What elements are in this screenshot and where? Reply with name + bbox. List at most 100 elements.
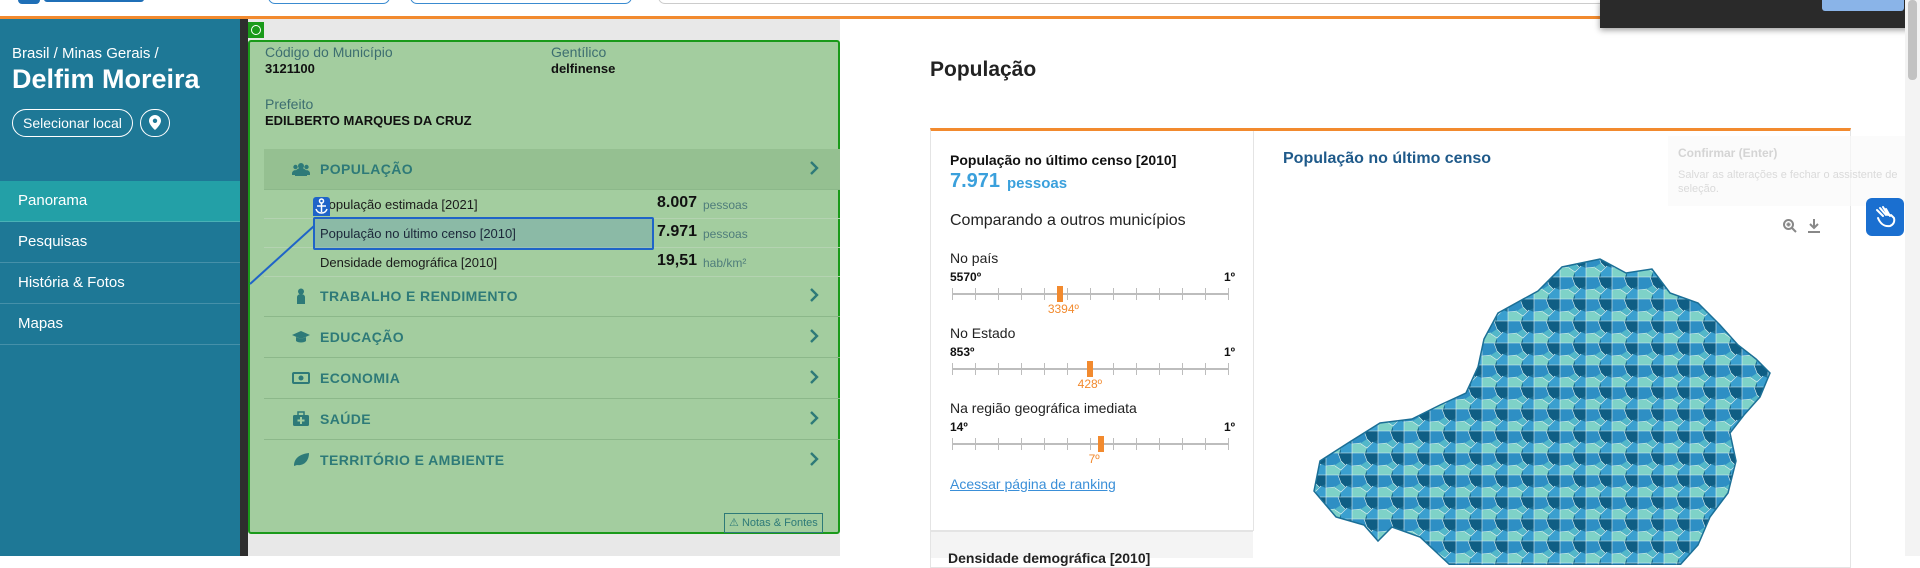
codigo-value: 3121100 [265, 61, 315, 76]
scrollbar-thumb[interactable] [1908, 0, 1917, 80]
anchor-icon[interactable] [313, 197, 330, 216]
warning-icon: ⚠ [729, 517, 739, 529]
page-scrollbar[interactable] [1905, 0, 1920, 556]
chevron-right-icon [810, 452, 819, 466]
ruler-tick [1159, 288, 1160, 300]
map-pin-icon [149, 115, 161, 130]
header-pill-button-2[interactable] [410, 0, 632, 4]
chevron-right-icon [810, 370, 819, 384]
gentilico-value: delfinense [551, 61, 616, 76]
search-input[interactable] [658, 0, 1620, 4]
download-icon[interactable] [1806, 218, 1822, 234]
row-value: 7.971 [657, 223, 698, 240]
section-economia[interactable]: ECONOMIA [264, 358, 840, 399]
row-label: População estimada [2021] [320, 197, 478, 212]
section-label: SAÚDE [320, 411, 372, 427]
tooltip-title: Confirmar (Enter) [1678, 146, 1778, 160]
ranking-page-link[interactable]: Acessar página de ranking [950, 476, 1116, 492]
notes-label: Notas & Fontes [741, 517, 818, 529]
ruler-tick [1205, 288, 1206, 300]
ruler-tick [998, 288, 999, 300]
ruler-tick [975, 438, 976, 450]
graduation-cap-icon [292, 331, 310, 343]
ranking-marker [1086, 361, 1093, 377]
ruler-tick [1205, 363, 1206, 375]
ruler-tick [1113, 363, 1114, 375]
ranking-label: No país [950, 250, 999, 266]
ranking-ruler [952, 436, 1229, 452]
accessibility-hands-icon[interactable] [1866, 198, 1904, 236]
ruler-tick [975, 288, 976, 300]
section-trabalho[interactable]: TRABALHO E RENDIMENTO [264, 276, 840, 317]
ibge-logo[interactable] [18, 0, 148, 6]
section-saude[interactable]: SAÚDE [264, 399, 840, 440]
choropleth-map[interactable] [1300, 255, 1810, 565]
ruler-tick [998, 363, 999, 375]
section-educacao[interactable]: EDUCAÇÃO [264, 317, 840, 358]
ranking-value: 428º [1077, 377, 1103, 391]
row-unit: pessoas [703, 198, 748, 212]
ruler-tick [1228, 438, 1229, 450]
ruler-tick [1113, 288, 1114, 300]
row-value: 19,51 [657, 252, 698, 269]
stat-title: População no último censo [2010] [950, 152, 1177, 168]
notes-sources-button[interactable]: ⚠ Notas & Fontes [724, 513, 823, 533]
ruler-tick [1182, 363, 1183, 375]
table-row[interactable]: Densidade demográfica [2010] 19,51 hab/k… [264, 248, 840, 277]
ruler-tick [1044, 438, 1045, 450]
medical-kit-icon [293, 411, 309, 426]
sidebar-item-mapas[interactable]: Mapas [0, 304, 240, 345]
compare-title: Comparando a outros municípios [950, 212, 1186, 229]
breadcrumb[interactable]: Brasil / Minas Gerais / [12, 45, 159, 62]
section-populacao[interactable]: POPULAÇÃO [264, 149, 840, 190]
selection-toolbar-popup [1600, 0, 1920, 28]
ruler-tick [1182, 438, 1183, 450]
row-label: Densidade demográfica [2010] [320, 255, 498, 270]
ranking-low: 14º [950, 420, 968, 434]
location-pin-button[interactable] [140, 109, 170, 137]
ranking-high: 1º [1224, 420, 1236, 434]
ruler-tick [1228, 288, 1229, 300]
ranking-value: 7º [1088, 452, 1100, 466]
ruler-tick [1067, 288, 1068, 300]
section-label: ECONOMIA [320, 370, 401, 386]
ranking-marker [1056, 286, 1063, 302]
ruler-tick [1021, 438, 1022, 450]
ruler-tick [1159, 438, 1160, 450]
section-territorio[interactable]: TERRITÓRIO E AMBIENTE [264, 440, 840, 480]
ranking-ruler [952, 361, 1229, 377]
ruler-tick [1205, 438, 1206, 450]
ranking-ruler [952, 286, 1229, 302]
ruler-tick [1113, 438, 1114, 450]
ranking-low: 5570º [950, 270, 982, 284]
prefeito-value: EDILBERTO MARQUES DA CRUZ [265, 113, 472, 128]
sidebar: Brasil / Minas Gerais / Delfim Moreira S… [0, 19, 240, 556]
ranking-value: 3394º [1047, 302, 1079, 316]
sidebar-item-pesquisas[interactable]: Pesquisas [0, 222, 240, 263]
section-label: POPULAÇÃO [320, 161, 414, 177]
sidebar-item-historia-fotos[interactable]: História & Fotos [0, 263, 240, 304]
codigo-label: Código do Município [265, 44, 393, 60]
selected-element-box[interactable] [313, 217, 654, 250]
section-label: TERRITÓRIO E AMBIENTE [320, 452, 505, 468]
ruler-tick [952, 363, 953, 375]
ruler-tick [1044, 363, 1045, 375]
ruler-tick [1228, 363, 1229, 375]
prefeito-label: Prefeito [265, 96, 314, 112]
ruler-tick [952, 438, 953, 450]
confirm-button[interactable] [1822, 0, 1904, 11]
city-title: Delfim Moreira [12, 64, 200, 94]
ruler-tick [1136, 438, 1137, 450]
table-row[interactable]: População estimada [2021] 8.007 pessoas [264, 190, 840, 219]
header-pill-button[interactable] [268, 0, 390, 4]
ruler-tick [1067, 363, 1068, 375]
target-icon[interactable] [248, 22, 264, 38]
sidebar-divider [240, 19, 248, 556]
ruler-tick [1090, 288, 1091, 300]
select-place-button[interactable]: Selecionar local [12, 109, 133, 137]
chevron-right-icon [810, 329, 819, 343]
sidebar-item-panorama[interactable]: Panorama [0, 181, 240, 222]
zoom-icon[interactable] [1782, 218, 1798, 234]
row-unit: hab/km² [703, 256, 747, 270]
ruler-tick [1044, 288, 1045, 300]
